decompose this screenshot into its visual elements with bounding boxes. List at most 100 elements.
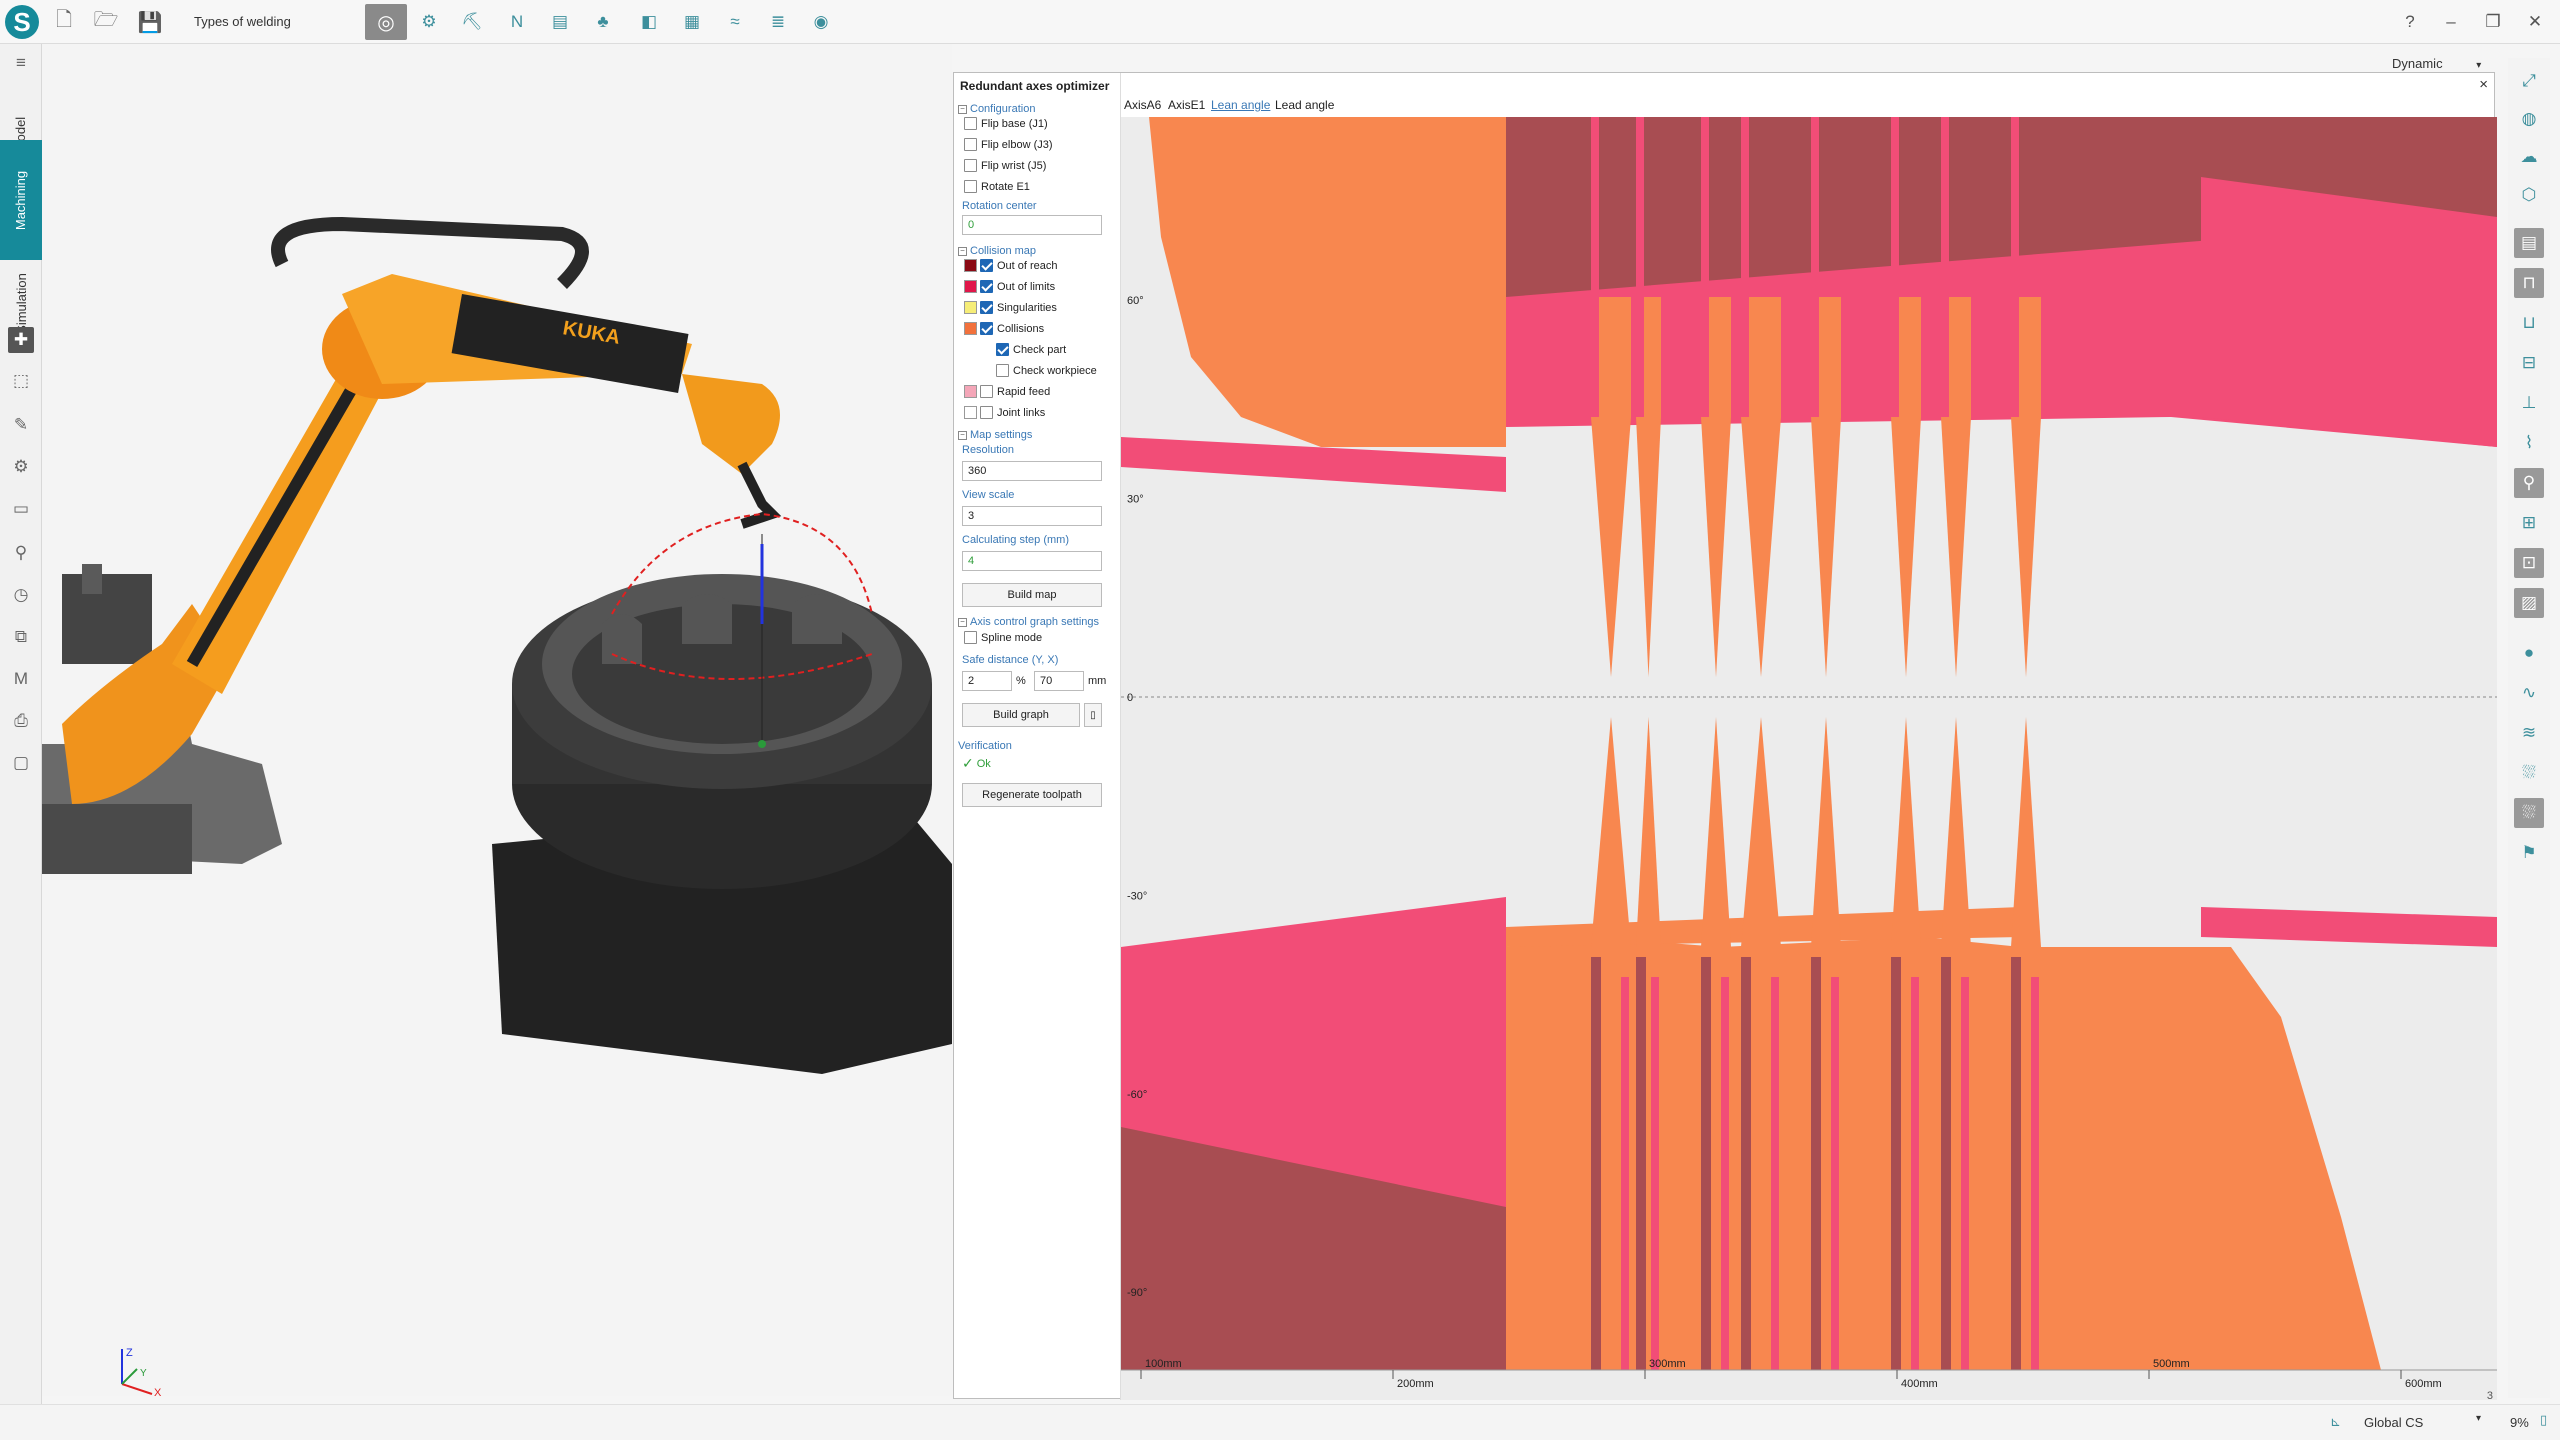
tab-lean-angle[interactable]: Lean angle [1211, 98, 1270, 112]
part-icon[interactable]: ⊡ [2514, 548, 2544, 578]
calc-step-input[interactable]: 4 [962, 551, 1102, 571]
tool-holder-icon[interactable]: ⊔ [2514, 308, 2544, 338]
settings-icon[interactable]: ⚙ [8, 454, 34, 480]
new-file-icon[interactable]: 🗋 [50, 8, 78, 36]
tool-icon[interactable]: ⚲ [8, 540, 34, 566]
check-part-checkbox[interactable]: Check part [996, 343, 1066, 356]
flip-wrist-checkbox[interactable]: Flip wrist (J5) [964, 159, 1046, 172]
weld-tool-icon[interactable]: ◎ [365, 4, 407, 40]
collision-map-header[interactable]: − Collision map [958, 245, 1036, 257]
collapse-icon[interactable]: − [958, 617, 967, 627]
graph-options-button[interactable]: ▯ [1084, 703, 1102, 727]
limit-stripe [1621, 977, 1629, 1370]
pallet-icon[interactable]: ◧ [634, 7, 664, 37]
frame-icon[interactable]: ▢ [8, 750, 34, 776]
layers-icon[interactable]: ≋ [2514, 718, 2544, 748]
flip-elbow-checkbox[interactable]: Flip elbow (J3) [964, 138, 1053, 151]
rotary-icon[interactable]: ⚙ [414, 7, 444, 37]
restore-button[interactable]: ❐ [2478, 8, 2508, 36]
tab-axisa6[interactable]: AxisA6 [1124, 98, 1161, 112]
toolpath-icon[interactable]: ∿ [2514, 678, 2544, 708]
minimize-button[interactable]: – [2436, 8, 2466, 36]
collapse-icon[interactable]: − [958, 104, 967, 114]
out-of-limits-checkbox[interactable]: Out of limits [964, 280, 1055, 293]
pen-icon[interactable]: ✎ [8, 412, 34, 438]
view-mode-select[interactable]: Dynamic ▾ [2392, 56, 2481, 71]
rotation-center-input[interactable]: 0 [962, 215, 1102, 235]
machine-icon[interactable]: ▭ [8, 496, 34, 522]
chevron-down-icon[interactable]: ▾ [2476, 1413, 2481, 1424]
check-workpiece-checkbox[interactable]: Check workpiece [996, 364, 1097, 377]
tool-view-icon[interactable]: ⚲ [2514, 468, 2544, 498]
drill-icon[interactable]: ⛏ [457, 7, 487, 37]
rotate-e1-checkbox[interactable]: Rotate E1 [964, 180, 1030, 193]
nc-icon[interactable]: N [502, 7, 532, 37]
x-tick-label: 400mm [1901, 1378, 1938, 1390]
limit-stripe [1941, 117, 1949, 417]
tab-machining[interactable]: Machining [0, 140, 42, 260]
view-scale-input[interactable]: 3 [962, 506, 1102, 526]
limit-stripe [2011, 117, 2019, 417]
macro-icon[interactable]: M [8, 666, 34, 692]
tab-axise1[interactable]: AxisE1 [1168, 98, 1205, 112]
safe-y-unit: % [1016, 675, 1026, 687]
shading-icon[interactable]: ◍ [2514, 104, 2544, 134]
cylinder-icon[interactable]: ⊟ [2514, 348, 2544, 378]
out-of-limits-swatch [964, 280, 977, 293]
stack-icon[interactable]: ≣ [763, 7, 793, 37]
lean-angle-map[interactable]: AxisA6 AxisE1 Lean angle Lead angle 60° 3… [1120, 73, 2497, 1400]
flip-base-checkbox[interactable]: Flip base (J1) [964, 117, 1048, 130]
safe-x-input[interactable]: 70 [1034, 671, 1084, 691]
joint-links-checkbox[interactable]: Joint links [964, 406, 1045, 419]
graph-icon[interactable]: ≈ [720, 7, 750, 37]
configuration-header[interactable]: − Configuration [958, 103, 1035, 115]
help-button[interactable]: ? [2395, 8, 2425, 36]
document-title: Types of welding [194, 14, 291, 29]
collapse-icon[interactable]: − [958, 430, 967, 440]
reach-stripe [1811, 957, 1821, 1370]
3d-viewport[interactable]: KUKA Z Y X [42, 44, 952, 1396]
fixture-icon[interactable]: ⊥ [2514, 388, 2544, 418]
build-map-button[interactable]: Build map [962, 583, 1102, 607]
operation-icon[interactable]: ✚ [8, 327, 34, 353]
tab-lead-angle[interactable]: Lead angle [1275, 98, 1334, 112]
hamburger-menu-icon[interactable]: ≡ [8, 50, 34, 76]
fit-view-icon[interactable]: ⤢ [2514, 66, 2544, 96]
point-icon[interactable]: ● [2514, 638, 2544, 668]
resolution-input[interactable]: 360 [962, 461, 1102, 481]
map-settings-header[interactable]: − Map settings [958, 429, 1032, 441]
axis-control-header[interactable]: − Axis control graph settings [958, 616, 1099, 628]
panel-icon[interactable]: ▦ [677, 7, 707, 37]
drill-bit-icon[interactable]: ⌇ [2514, 428, 2544, 458]
collisions-checkbox[interactable]: Collisions [964, 322, 1044, 335]
app-logo[interactable]: S [5, 5, 39, 39]
flag-icon[interactable]: ⚑ [2514, 838, 2544, 868]
close-window-button[interactable]: ✕ [2520, 8, 2550, 36]
holder-icon[interactable]: ⊓ [2514, 268, 2544, 298]
build-graph-button[interactable]: Build graph [962, 703, 1080, 727]
clock-icon[interactable]: ◷ [8, 582, 34, 608]
singularities-checkbox[interactable]: Singularities [964, 301, 1057, 314]
save-icon[interactable]: 💾 [136, 8, 164, 36]
select-icon[interactable]: ⬚ [8, 368, 34, 394]
surface-selected-icon[interactable]: ⛆ [2514, 798, 2544, 828]
sphere-icon[interactable]: ◉ [806, 7, 836, 37]
surface-icon[interactable]: ⛆ [2514, 758, 2544, 788]
out-of-reach-checkbox[interactable]: Out of reach [964, 259, 1058, 272]
copy-icon[interactable]: ⧉ [8, 624, 34, 650]
spline-mode-checkbox[interactable]: Spline mode [964, 631, 1042, 644]
rapid-feed-checkbox[interactable]: Rapid feed [964, 385, 1050, 398]
regenerate-toolpath-button[interactable]: Regenerate toolpath [962, 783, 1102, 807]
machine-view-icon[interactable]: ▤ [2514, 228, 2544, 258]
workpiece-icon[interactable]: ⊞ [2514, 508, 2544, 538]
coordinate-system-select[interactable]: Global CS [2364, 1415, 2423, 1430]
hatch-icon[interactable]: ▨ [2514, 588, 2544, 618]
open-folder-icon[interactable]: 🗁 [92, 8, 120, 36]
print-icon[interactable]: ⎙ [8, 708, 34, 734]
safe-y-input[interactable]: 2 [962, 671, 1012, 691]
collapse-icon[interactable]: − [958, 246, 967, 256]
material-icon[interactable]: ☁ [2514, 142, 2544, 172]
document-icon[interactable]: ▤ [545, 7, 575, 37]
robot-icon[interactable]: ♣ [588, 7, 618, 37]
cube-view-icon[interactable]: ⬡ [2514, 180, 2544, 210]
